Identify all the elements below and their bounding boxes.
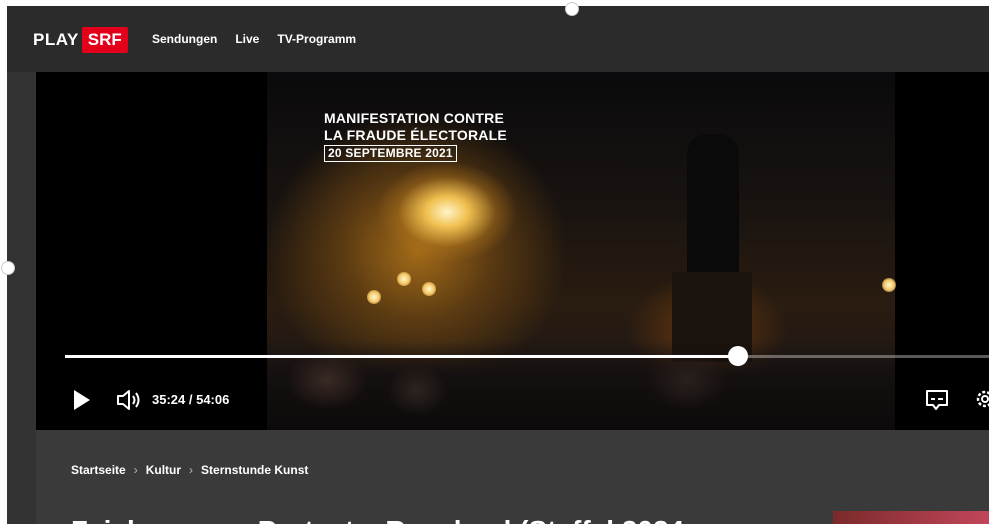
play-srf-logo[interactable]: PLAY SRF	[33, 26, 128, 54]
content-area: Startseite › Kultur › Sternstunde Kunst …	[36, 430, 989, 524]
volume-icon	[117, 390, 140, 410]
page-title: Zeichnen aus Protest – Russland (Staffel…	[71, 515, 692, 524]
street-lamp	[882, 278, 896, 292]
street-lamp	[397, 272, 411, 286]
street-lamp	[367, 290, 381, 304]
chevron-right-icon: ›	[133, 463, 138, 477]
breadcrumb-item-startseite[interactable]: Startseite	[71, 463, 126, 477]
progress-scrubber-handle[interactable]	[727, 346, 748, 366]
volume-button[interactable]	[116, 389, 142, 411]
logo-srf-badge: SRF	[81, 27, 128, 53]
top-navigation-bar: PLAY SRF Sendungen Live TV-Programm	[7, 6, 989, 72]
logo-play-text: PLAY	[33, 30, 79, 49]
gear-icon	[976, 390, 989, 408]
breadcrumb: Startseite › Kultur › Sternstunde Kunst	[71, 463, 308, 477]
browser-content: PLAY SRF Sendungen Live TV-Programm MANI…	[7, 6, 989, 524]
nav-item-sendungen[interactable]: Sendungen	[152, 32, 217, 46]
screenshot-crop-handle	[565, 2, 579, 16]
breadcrumb-item-sternstunde-kunst[interactable]: Sternstunde Kunst	[201, 463, 308, 477]
related-thumbnail[interactable]	[833, 511, 989, 524]
progress-bar-fill	[65, 355, 738, 358]
caption-date: 20 SEPTEMBRE 2021	[324, 145, 457, 162]
video-player[interactable]: MANIFESTATION CONTRE LA FRAUDE ÉLECTORAL…	[36, 72, 989, 430]
chevron-right-icon: ›	[189, 463, 194, 477]
caption-line-2: LA FRAUDE ÉLECTORALE	[324, 127, 507, 143]
settings-button[interactable]	[973, 387, 989, 411]
playback-time: 35:24 / 54:06	[152, 392, 230, 407]
nav-item-tv-programm[interactable]: TV-Programm	[277, 32, 356, 46]
subtitles-button[interactable]	[925, 389, 949, 411]
street-lamp	[422, 282, 436, 296]
play-icon	[74, 390, 90, 410]
video-caption-overlay: MANIFESTATION CONTRE LA FRAUDE ÉLECTORAL…	[324, 110, 507, 162]
player-controls: 35:24 / 54:06	[36, 372, 989, 428]
play-button[interactable]	[72, 389, 92, 411]
progress-bar[interactable]	[65, 346, 989, 366]
screenshot-crop-handle	[1, 261, 15, 275]
main-nav: Sendungen Live TV-Programm	[152, 32, 356, 46]
nav-item-live[interactable]: Live	[235, 32, 259, 46]
caption-line-1: MANIFESTATION CONTRE	[324, 110, 505, 126]
breadcrumb-item-kultur[interactable]: Kultur	[146, 463, 181, 477]
subtitles-icon	[926, 390, 948, 410]
